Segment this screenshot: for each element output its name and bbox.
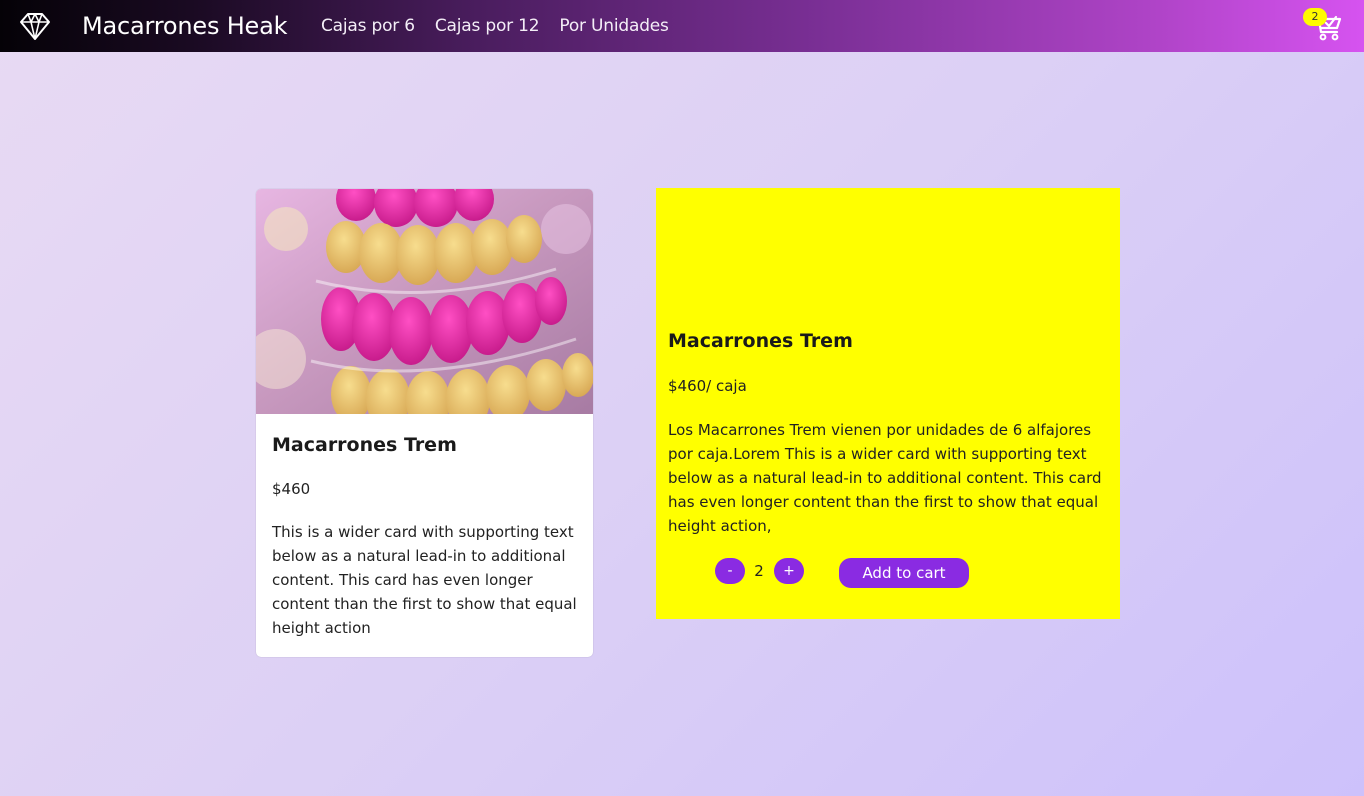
product-card-title: Macarrones Trem [272, 434, 457, 456]
detail-title: Macarrones Trem [668, 330, 853, 352]
nav-link-cajas-6[interactable]: Cajas por 6 [321, 13, 415, 39]
brand-name[interactable]: Macarrones Heak [82, 10, 288, 42]
cart-count-badge: 2 [1303, 8, 1327, 26]
nav-link-cajas-12[interactable]: Cajas por 12 [435, 13, 540, 39]
nav-link-unidades[interactable]: Por Unidades [559, 13, 668, 39]
quantity-value: 2 [754, 562, 764, 580]
product-detail-card: Macarrones Trem $460/ caja Los Macarrone… [656, 188, 1120, 619]
product-card-price: $460 [272, 480, 311, 498]
detail-price: $460/ caja [668, 377, 747, 395]
detail-description: Los Macarrones Trem vienen por unidades … [668, 421, 1102, 535]
navbar: Macarrones Heak Cajas por 6 Cajas por 12… [0, 0, 1364, 52]
add-to-cart-button[interactable]: Add to cart [839, 558, 969, 588]
product-card-text: This is a wider card with supporting tex… [272, 523, 577, 637]
product-card: Macarrones Trem $460 This is a wider car… [256, 189, 593, 657]
nav-links: Cajas por 6 Cajas por 12 Por Unidades [321, 13, 669, 39]
quantity-decrease-button[interactable]: - [715, 558, 745, 584]
diamond-icon[interactable] [19, 10, 51, 42]
quantity-increase-button[interactable]: + [774, 558, 804, 584]
macaron-tower-photo [256, 189, 593, 414]
